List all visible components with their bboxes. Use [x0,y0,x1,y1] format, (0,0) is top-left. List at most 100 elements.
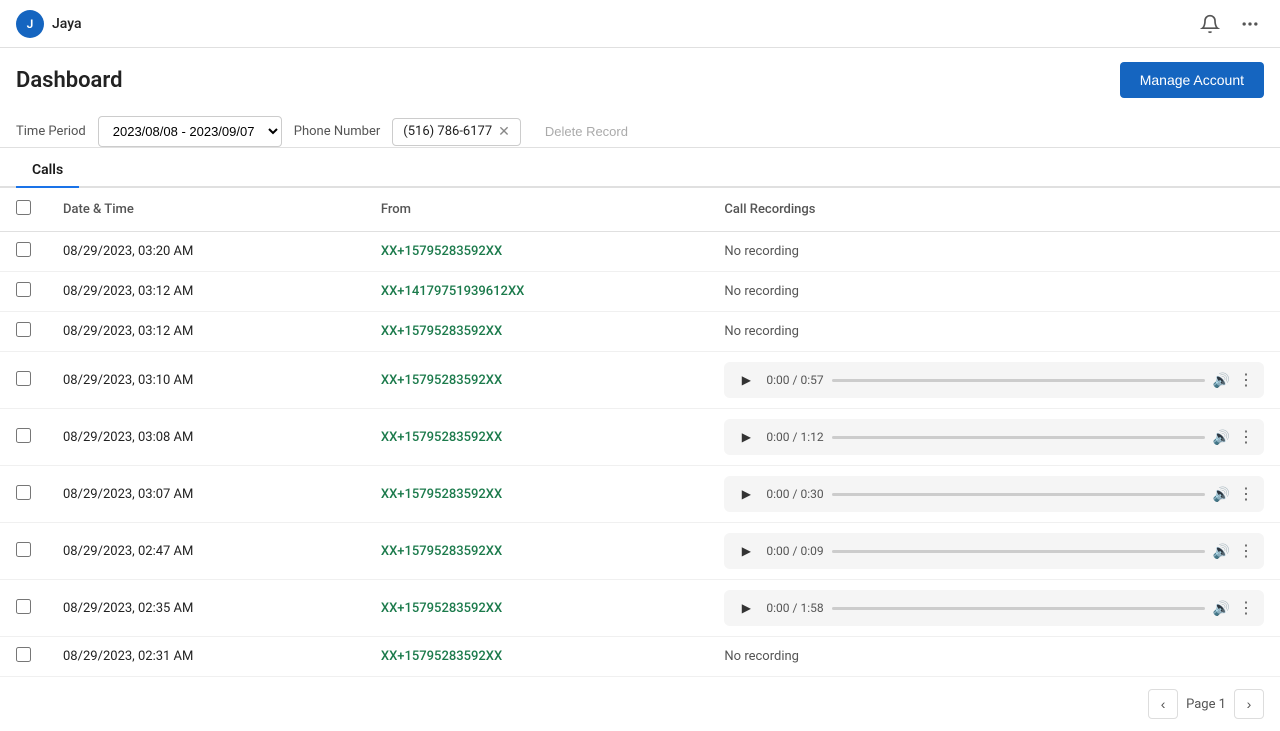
no-recording-label: No recording [724,324,799,339]
cell-datetime: 08/29/2023, 03:08 AM [47,409,365,466]
cell-recording: ▶ 0:00 / 0:30 🔊 ⋮ [708,466,1280,523]
table-row: 08/29/2023, 03:10 AMXX+15795283592XX▶0:0… [0,352,1280,409]
volume-button[interactable]: 🔊 [1213,543,1230,560]
row-checkbox[interactable] [16,599,31,614]
audio-player: ▶ 0:00 / 0:30 🔊 ⋮ [724,476,1264,512]
row-checkbox-cell [0,580,47,637]
pagination: ‹ Page 1 › [0,677,1280,731]
audio-player: ▶0:00 / 1:58🔊⋮ [724,590,1264,626]
volume-button[interactable]: 🔊 [1213,372,1230,389]
delete-record-button[interactable]: Delete Record [533,118,640,145]
phone-number-tag: (516) 786-6177 ✕ [392,118,521,146]
more-options-button[interactable]: ⋮ [1238,541,1254,561]
cell-recording: No recording [708,272,1280,312]
row-checkbox[interactable] [16,282,31,297]
cell-from: XX+15795283592XX [365,523,709,580]
notifications-button[interactable] [1196,10,1224,38]
page-title: Dashboard [16,68,122,93]
progress-bar[interactable] [832,379,1205,382]
from-number: XX+15795283592XX [381,324,502,339]
cell-from: XX+15795283592XX [365,466,709,523]
table-row: 08/29/2023, 03:12 AMXX+15795283592XXNo r… [0,312,1280,352]
tab-calls[interactable]: Calls [16,152,79,188]
cell-from: XX+15795283592XX [365,352,709,409]
row-checkbox[interactable] [16,371,31,386]
more-options-button[interactable] [1236,10,1264,38]
cell-datetime: 08/29/2023, 03:07 AM [47,466,365,523]
time-period-label: Time Period [16,124,86,139]
next-page-button[interactable]: › [1234,689,1264,719]
row-checkbox-cell [0,523,47,580]
row-checkbox-cell [0,352,47,409]
row-checkbox[interactable] [16,485,31,500]
cell-from: XX+15795283592XX [365,312,709,352]
no-recording-label: No recording [724,284,799,299]
cell-from: XX+14179751939612XX [365,272,709,312]
cell-recording: ▶ 0:00 / 1:12 🔊 ⋮ [708,409,1280,466]
table-row: 08/29/2023, 02:47 AMXX+15795283592XX▶0:0… [0,523,1280,580]
progress-bar[interactable] [832,493,1205,496]
cell-recording: No recording [708,637,1280,677]
volume-button[interactable]: 🔊 [1213,600,1230,617]
row-checkbox-cell [0,312,47,352]
tabs-container: Calls [0,152,1280,188]
row-checkbox-cell [0,409,47,466]
no-recording-label: No recording [724,244,799,259]
time-period-select[interactable]: 2023/08/08 - 2023/09/07 [98,116,282,147]
from-number: XX+14179751939612XX [381,284,525,299]
cell-datetime: 08/29/2023, 02:47 AM [47,523,365,580]
row-checkbox[interactable] [16,242,31,257]
table-row: 08/29/2023, 02:31 AMXX+15795283592XXNo r… [0,637,1280,677]
user-name: Jaya [52,16,82,32]
progress-bar[interactable] [832,436,1205,439]
time-display: 0:00 / 1:12 [766,430,823,444]
volume-button[interactable]: 🔊 [1213,429,1230,446]
phone-number-value: (516) 786-6177 [403,124,492,139]
column-recordings: Call Recordings [708,188,1280,232]
play-button[interactable]: ▶ [734,368,758,392]
manage-account-button[interactable]: Manage Account [1120,62,1264,98]
row-checkbox[interactable] [16,322,31,337]
table-row: 08/29/2023, 03:07 AMXX+15795283592XX ▶ 0:0… [0,466,1280,523]
cell-recording: ▶0:00 / 0:57🔊⋮ [708,352,1280,409]
row-checkbox-cell [0,466,47,523]
table-row: 08/29/2023, 03:12 AM XX+14179751939612XX N… [0,272,1280,312]
row-checkbox[interactable] [16,542,31,557]
cell-recording: No recording [708,312,1280,352]
top-bar-right [1196,10,1264,38]
table-row: 08/29/2023, 03:20 AMXX+15795283592XXNo r… [0,232,1280,272]
more-options-button[interactable]: ⋮ [1238,484,1254,504]
calls-table: Date & Time From Call Recordings 08/29/2… [0,188,1280,677]
play-button[interactable]: ▶ [734,539,758,563]
volume-button[interactable]: 🔊 [1213,486,1230,503]
audio-player: ▶0:00 / 0:09🔊⋮ [724,533,1264,569]
cell-from: XX+15795283592XX [365,232,709,272]
row-checkbox-cell [0,637,47,677]
audio-player: ▶0:00 / 0:57🔊⋮ [724,362,1264,398]
more-options-button[interactable]: ⋮ [1238,370,1254,390]
phone-number-label: Phone Number [294,124,381,139]
cell-from: XX+15795283592XX [365,580,709,637]
play-button[interactable]: ▶ [734,596,758,620]
table-row: 08/29/2023, 03:08 AMXX+15795283592XX ▶ 0:0… [0,409,1280,466]
prev-page-button[interactable]: ‹ [1148,689,1178,719]
filter-bar: Time Period 2023/08/08 - 2023/09/07 Phon… [0,108,1280,148]
more-options-button[interactable]: ⋮ [1238,427,1254,447]
play-button[interactable]: ▶ [734,425,758,449]
progress-bar[interactable] [832,607,1205,610]
row-checkbox[interactable] [16,428,31,443]
more-options-button[interactable]: ⋮ [1238,598,1254,618]
row-checkbox[interactable] [16,647,31,662]
select-all-checkbox[interactable] [16,200,31,215]
play-button[interactable]: ▶ [734,482,758,506]
cell-from: XX+15795283592XX [365,409,709,466]
column-from: From [365,188,709,232]
cell-datetime: 08/29/2023, 03:12 AM [47,272,365,312]
progress-bar[interactable] [832,550,1205,553]
from-number: XX+15795283592XX [381,544,502,559]
cell-datetime: 08/29/2023, 02:35 AM [47,580,365,637]
from-number: XX+15795283592XX [381,601,502,616]
phone-number-close-icon[interactable]: ✕ [498,124,510,140]
time-display: 0:00 / 0:30 [766,487,823,501]
cell-from: XX+15795283592XX [365,637,709,677]
